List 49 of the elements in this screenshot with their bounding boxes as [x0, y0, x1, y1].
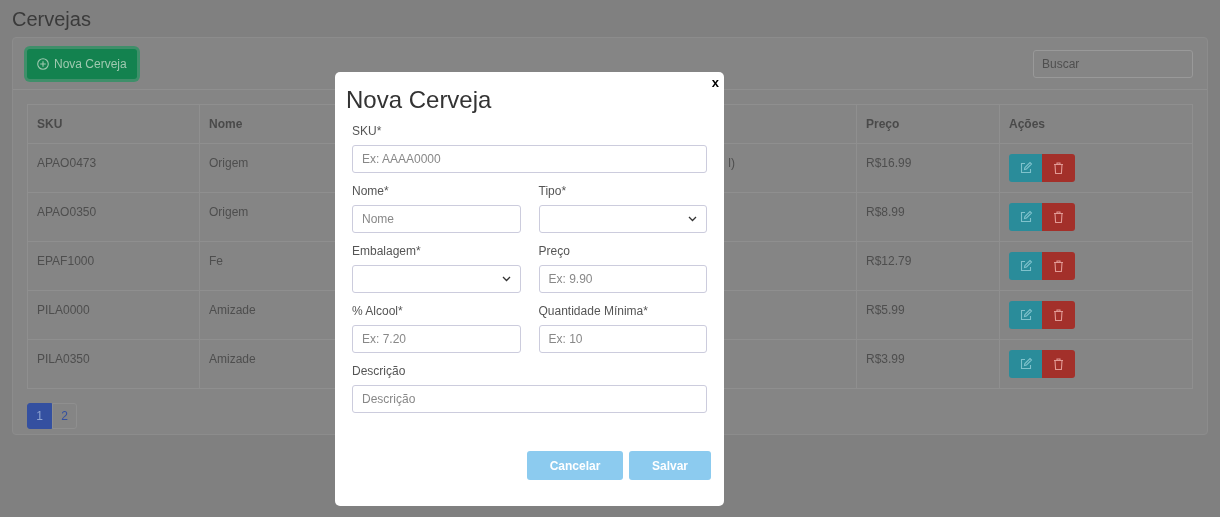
input-field[interactable]: Ex: 9.90: [538, 265, 707, 293]
chevron-down-icon: [501, 276, 511, 282]
input-field[interactable]: Ex: 7.20: [352, 325, 521, 353]
page-title: Cervejas: [12, 7, 92, 31]
edit-icon: [1018, 259, 1033, 273]
new-beer-button[interactable]: Nova Cerveja: [27, 48, 137, 79]
trash-icon: [1052, 259, 1065, 273]
trash-icon: [1052, 161, 1065, 175]
dropdown-field[interactable]: [538, 205, 707, 233]
trash-icon: [1052, 210, 1065, 224]
field-label: Tipo*: [538, 183, 568, 199]
delete-button[interactable]: [1042, 203, 1075, 231]
edit-button[interactable]: [1009, 154, 1042, 182]
field-label: Embalagem*: [352, 243, 422, 259]
page-link[interactable]: 2: [52, 403, 77, 429]
plus-circle-icon: [37, 57, 49, 70]
edit-button[interactable]: [1009, 301, 1042, 329]
delete-button[interactable]: [1042, 350, 1075, 378]
column-header: Preço: [866, 117, 900, 131]
edit-button[interactable]: [1009, 203, 1042, 231]
column-header: SKU: [37, 117, 63, 131]
delete-button[interactable]: [1042, 154, 1075, 182]
edit-button[interactable]: [1009, 350, 1042, 378]
edit-button[interactable]: [1009, 252, 1042, 280]
field-label: Preço: [538, 243, 571, 259]
edit-icon: [1018, 357, 1033, 371]
input-field[interactable]: Ex: AAAA0000: [352, 145, 707, 173]
field-label: SKU*: [352, 123, 383, 139]
dropdown-field[interactable]: [352, 265, 521, 293]
trash-icon: [1052, 357, 1065, 371]
trash-icon: [1052, 308, 1065, 322]
edit-icon: [1018, 308, 1033, 322]
field-label: Nome*: [352, 183, 390, 199]
modal-title: Nova Cerveja: [346, 85, 493, 115]
chevron-down-icon: [688, 216, 697, 222]
delete-button[interactable]: [1042, 301, 1075, 329]
input-field[interactable]: Nome: [352, 205, 521, 233]
column-header: Nome: [209, 117, 243, 131]
delete-button[interactable]: [1042, 252, 1075, 280]
edit-icon: [1018, 210, 1033, 224]
field-label: Quantidade Mínima*: [538, 303, 649, 319]
field-label: % Alcool*: [352, 303, 404, 319]
input-field[interactable]: Descrição: [352, 385, 707, 413]
close-button[interactable]: x: [710, 75, 720, 91]
edit-icon: [1018, 161, 1033, 175]
page-link[interactable]: 1: [27, 403, 52, 429]
input-field[interactable]: Ex: 10: [538, 325, 707, 353]
column-header: Ações: [1009, 117, 1046, 131]
field-label: Descrição: [352, 363, 407, 379]
